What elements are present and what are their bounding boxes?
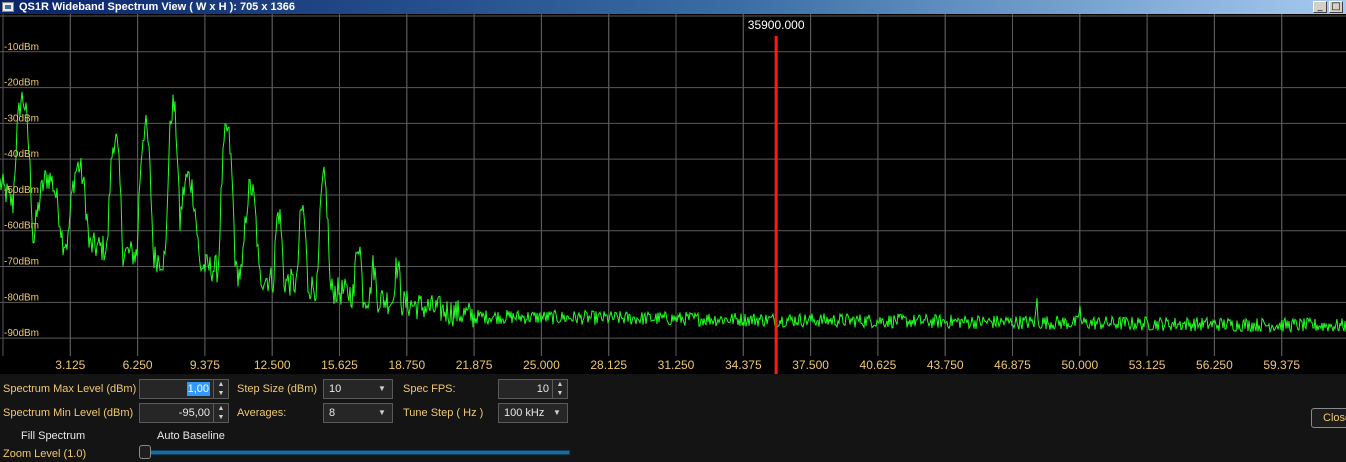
- spectrum-plot[interactable]: 35900.000 0dBm -10dBm -20dBm -30dBm -40dBm -5…: [0, 14, 1346, 374]
- control-panel: Spectrum Max Level (dBm) 1,00 ▲ ▼ Spectru…: [0, 374, 1346, 462]
- x-axis-label: 59.375: [1263, 358, 1300, 372]
- x-axis-label: 56.250: [1196, 358, 1233, 372]
- app-icon: [2, 2, 14, 12]
- spectrum-max-value[interactable]: 1,00: [186, 382, 210, 396]
- up-arrow-icon[interactable]: ▲: [214, 380, 228, 389]
- y-axis-label: -40dBm: [4, 149, 39, 160]
- x-axis-label: 37.500: [792, 358, 829, 372]
- x-axis-label: 21.875: [456, 358, 493, 372]
- spectrum-min-value[interactable]: -95,00: [179, 406, 210, 420]
- spectrum-max-spinbox[interactable]: 1,00 ▲ ▼: [139, 379, 229, 399]
- minimize-button[interactable]: _: [1313, 1, 1327, 13]
- dropdown-arrow-icon[interactable]: ▼: [551, 407, 563, 419]
- zoom-slider-handle[interactable]: [139, 445, 151, 459]
- y-axis-label: -80dBm: [4, 292, 39, 303]
- y-axis-label: 0dBm: [4, 14, 30, 17]
- x-axis-label: 15.625: [321, 358, 358, 372]
- spectrum-min-spinbox[interactable]: -95,00 ▲ ▼: [139, 403, 229, 423]
- window-titlebar: QS1R Wideband Spectrum View ( W x H ): 7…: [0, 0, 1346, 14]
- spectrum-trace: [0, 91, 1346, 334]
- down-arrow-icon[interactable]: ▼: [553, 389, 567, 398]
- zoom-slider-track[interactable]: [140, 450, 570, 455]
- x-axis-label: 12.500: [254, 358, 291, 372]
- y-axis-label: -70dBm: [4, 257, 39, 268]
- y-axis-label: -20dBm: [4, 78, 39, 89]
- maximize-button[interactable]: □: [1329, 1, 1343, 13]
- tune-step-combobox[interactable]: 100 kHz ▼: [498, 403, 568, 423]
- y-axis-label: -90dBm: [4, 328, 39, 339]
- up-arrow-icon[interactable]: ▲: [214, 404, 228, 413]
- x-axis-label: 50.000: [1061, 358, 1098, 372]
- down-arrow-icon[interactable]: ▼: [214, 389, 228, 398]
- close-button-label: Close: [1323, 412, 1346, 424]
- spectrum-min-label: Spectrum Min Level (dBm): [3, 407, 134, 419]
- dropdown-arrow-icon[interactable]: ▼: [376, 407, 388, 419]
- x-axis-label: 25.000: [523, 358, 560, 372]
- auto-baseline-checkbox[interactable]: Auto Baseline: [157, 429, 225, 443]
- averages-value: 8: [329, 407, 336, 419]
- step-size-value: 10: [329, 383, 342, 395]
- averages-combobox[interactable]: 8 ▼: [323, 403, 393, 423]
- x-axis-label: 3.125: [55, 358, 85, 372]
- step-size-combobox[interactable]: 10 ▼: [323, 379, 393, 399]
- x-axis-label: 9.375: [190, 358, 220, 372]
- x-axis-label: 6.250: [123, 358, 153, 372]
- y-axis-label: -60dBm: [4, 221, 39, 232]
- down-arrow-icon[interactable]: ▼: [214, 413, 228, 422]
- x-axis-label: 46.875: [994, 358, 1031, 372]
- averages-label: Averages:: [237, 407, 287, 419]
- y-axis-label: -10dBm: [4, 42, 39, 53]
- x-axis-label: 28.125: [590, 358, 627, 372]
- spec-fps-spinbox[interactable]: 10 ▲ ▼: [498, 379, 568, 399]
- close-button[interactable]: Close: [1311, 408, 1346, 428]
- x-axis-label: 34.375: [725, 358, 762, 372]
- x-axis-label: 18.750: [388, 358, 425, 372]
- y-axis-label: -50dBm: [4, 185, 39, 196]
- dropdown-arrow-icon[interactable]: ▼: [376, 383, 388, 395]
- spectrum-max-label: Spectrum Max Level (dBm): [3, 383, 137, 395]
- zoom-level-label: Zoom Level (1.0): [3, 448, 87, 460]
- tune-step-label: Tune Step ( Hz ): [403, 407, 484, 419]
- x-axis-label: 53.125: [1129, 358, 1166, 372]
- x-axis-label: 43.750: [927, 358, 964, 372]
- fill-spectrum-checkbox[interactable]: Fill Spectrum: [21, 429, 85, 443]
- x-axis-label: 40.625: [860, 358, 897, 372]
- spec-fps-label: Spec FPS:: [403, 383, 456, 395]
- step-size-label: Step Size (dBm): [237, 383, 318, 395]
- marker-frequency-label: 35900.000: [748, 18, 805, 32]
- window-title: QS1R Wideband Spectrum View ( W x H ): 7…: [19, 1, 296, 13]
- up-arrow-icon[interactable]: ▲: [553, 380, 567, 389]
- spec-fps-value[interactable]: 10: [537, 382, 549, 396]
- tune-step-value: 100 kHz: [504, 407, 545, 419]
- x-axis-label: 31.250: [658, 358, 695, 372]
- y-axis-label: -30dBm: [4, 113, 39, 124]
